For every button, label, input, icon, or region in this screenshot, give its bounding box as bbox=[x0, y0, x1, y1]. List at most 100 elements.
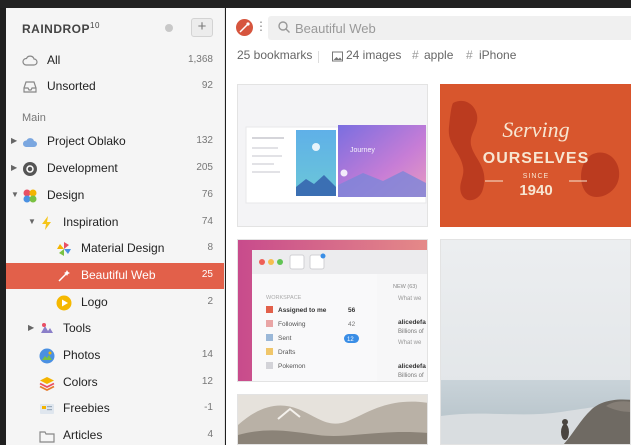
section-title-main: Main bbox=[22, 112, 46, 124]
sidebar-item-label: Logo bbox=[81, 295, 108, 309]
play-icon bbox=[56, 295, 72, 311]
sidebar-item-count: -1 bbox=[204, 402, 213, 413]
tools-icon bbox=[41, 323, 53, 333]
bookmark-card[interactable]: Journey bbox=[237, 84, 428, 227]
pinwheel-icon bbox=[57, 242, 71, 256]
bookmark-card[interactable]: Serving OURSELVES SINCE 1940 bbox=[440, 84, 631, 227]
sidebar-item-beautiful-web[interactable]: Beautiful Web 25 bbox=[6, 263, 224, 289]
bookmarks-count: 25 bookmarks bbox=[237, 48, 313, 62]
sidebar-item-colors[interactable]: Colors 12 bbox=[6, 370, 224, 396]
sidebar-item-design[interactable]: ▼ Design 76 bbox=[6, 183, 224, 209]
lightning-icon bbox=[42, 216, 51, 230]
sidebar-item-photos[interactable]: Photos 14 bbox=[6, 343, 224, 369]
chevron-down-icon[interactable]: ▼ bbox=[11, 190, 19, 199]
sidebar-item-count: 14 bbox=[201, 349, 213, 360]
msg-text: Billions of bbox=[398, 329, 424, 335]
brand-title: RAINDROP10 bbox=[22, 21, 100, 36]
sidebar-item-label: Material Design bbox=[81, 241, 165, 255]
more-options-icon[interactable]: ⋮ bbox=[255, 19, 267, 33]
sidebar-item-freebies[interactable]: Freebies -1 bbox=[6, 396, 224, 422]
sidebar-item-count: 25 bbox=[201, 269, 213, 280]
sidebar-item-label: Freebies bbox=[63, 401, 110, 415]
poster-line4: 1940 bbox=[519, 182, 552, 199]
cloud-icon bbox=[22, 138, 37, 147]
menu-label: Sent bbox=[278, 335, 292, 342]
sidebar-item-label: Project Oblako bbox=[47, 134, 126, 148]
cloud-icon bbox=[22, 55, 38, 66]
sidebar-item-count: 12 bbox=[201, 376, 213, 387]
window-top-bar bbox=[0, 0, 631, 8]
sidebar-item-label: Development bbox=[47, 161, 118, 175]
chevron-right-icon[interactable]: ▶ bbox=[11, 136, 17, 145]
images-filter[interactable]: 24 images bbox=[346, 48, 401, 62]
chevron-right-icon[interactable]: ▶ bbox=[11, 163, 17, 172]
sidebar-item-count: 132 bbox=[196, 135, 213, 146]
menu-label: Drafts bbox=[278, 349, 296, 356]
sidebar-item-count: 74 bbox=[201, 216, 213, 227]
sidebar-item-logo[interactable]: Logo 2 bbox=[6, 290, 224, 316]
card-thumbnail: WORKSPACE NEW (63) What we Assigned to m… bbox=[238, 240, 427, 381]
menu-count: 42 bbox=[348, 321, 356, 328]
search-input[interactable]: Beautiful Web bbox=[268, 16, 631, 40]
add-collection-button[interactable]: + bbox=[191, 18, 213, 37]
sidebar-item-all[interactable]: All 1,368 bbox=[6, 48, 224, 74]
freebies-icon bbox=[40, 404, 54, 414]
search-query: Beautiful Web bbox=[295, 21, 376, 36]
sidebar-item-articles[interactable]: Articles 4 bbox=[6, 423, 224, 445]
msg-name: alicedefa bbox=[398, 319, 426, 326]
hash-icon: # bbox=[466, 48, 473, 62]
collection-avatar[interactable] bbox=[236, 19, 253, 36]
bookmark-card[interactable]: WORKSPACE NEW (63) What we Assigned to m… bbox=[237, 239, 428, 382]
msg-text: Billions of bbox=[398, 373, 424, 379]
sidebar-item-development[interactable]: ▶ Development 205 bbox=[6, 156, 224, 182]
sidebar-item-count: 8 bbox=[207, 242, 213, 253]
menu-count: 12 bbox=[347, 337, 354, 343]
sidebar-item-label: All bbox=[47, 53, 61, 67]
bookmark-card[interactable] bbox=[237, 394, 428, 445]
sync-status-dot[interactable] bbox=[165, 24, 173, 32]
brand-name: RAINDROP bbox=[22, 22, 91, 36]
sidebar-item-material-design[interactable]: Material Design 8 bbox=[6, 236, 224, 262]
chevron-right-icon[interactable]: ▶ bbox=[28, 323, 34, 332]
sidebar-item-label: Inspiration bbox=[63, 215, 119, 229]
sidebar-item-unsorted[interactable]: Unsorted 92 bbox=[6, 74, 224, 100]
menu-label: Pokemon bbox=[278, 363, 306, 370]
poster-line1: Serving bbox=[502, 117, 569, 142]
search-icon bbox=[278, 21, 290, 33]
sidebar-item-label: Tools bbox=[63, 321, 92, 335]
sidebar: RAINDROP10 + All 1,368 Unsorted 92 Main … bbox=[6, 8, 225, 445]
main-content: ⋮ Beautiful Web 25 bookmarks 24 images #… bbox=[226, 8, 631, 445]
card-thumbnail: Journey bbox=[238, 85, 427, 226]
sidebar-item-label: Photos bbox=[63, 348, 101, 362]
sidebar-item-count: 76 bbox=[201, 189, 213, 200]
poster-line2: OURSELVES bbox=[483, 150, 590, 167]
divider bbox=[318, 51, 319, 63]
hash-icon: # bbox=[412, 48, 419, 62]
menu-label: Assigned to me bbox=[278, 307, 327, 314]
bookmark-card[interactable] bbox=[440, 239, 631, 445]
wand-icon bbox=[239, 22, 250, 33]
card-thumbnail bbox=[238, 395, 427, 444]
chevron-down-icon[interactable]: ▼ bbox=[28, 217, 36, 226]
wand-icon bbox=[58, 270, 70, 282]
sidebar-item-inspiration[interactable]: ▼ Inspiration 74 bbox=[6, 210, 224, 236]
sidebar-item-count: 1,368 bbox=[187, 54, 213, 65]
photos-icon bbox=[39, 348, 55, 364]
poster-line3: SINCE bbox=[523, 173, 549, 180]
sidebar-item-count: 2 bbox=[207, 296, 213, 307]
gear-icon bbox=[23, 162, 37, 176]
brand-version: 10 bbox=[90, 21, 100, 30]
sidebar-item-tools[interactable]: ▶ Tools bbox=[6, 316, 224, 342]
tag-iphone[interactable]: iPhone bbox=[479, 48, 516, 62]
sidebar-item-label: Beautiful Web bbox=[81, 268, 156, 282]
msg-preview-label: What we bbox=[398, 296, 422, 302]
image-icon bbox=[332, 51, 343, 62]
menu-label: Following bbox=[278, 321, 306, 328]
card-thumbnail bbox=[441, 240, 630, 444]
sidebar-item-project-oblako[interactable]: ▶ Project Oblako 132 bbox=[6, 129, 224, 155]
filter-bar: 25 bookmarks 24 images # apple # iPhone bbox=[226, 46, 631, 68]
palette-icon bbox=[23, 189, 37, 203]
layers-icon bbox=[39, 377, 55, 391]
tag-apple[interactable]: apple bbox=[424, 48, 453, 62]
sidebar-item-count: 205 bbox=[196, 162, 213, 173]
